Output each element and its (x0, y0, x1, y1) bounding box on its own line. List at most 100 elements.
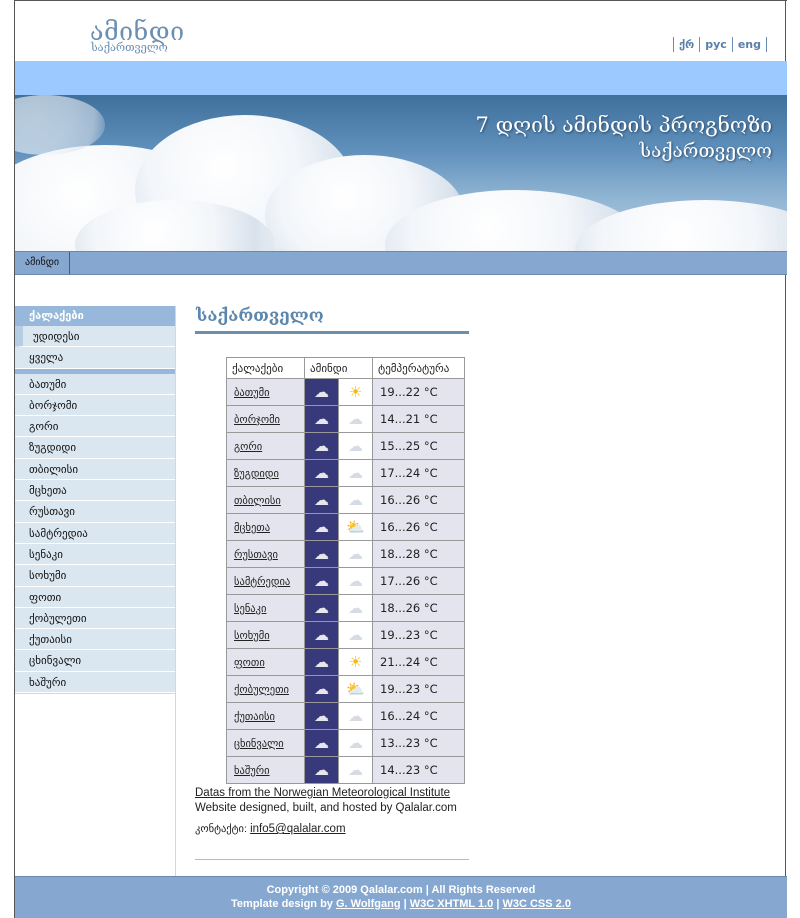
weather-icon-cell: ☁ (338, 432, 373, 460)
footer-credits: Template design by G. Wolfgang | W3C XHT… (15, 897, 787, 911)
sidebar-item-city[interactable]: რუსთავი (15, 501, 175, 523)
partly-cloudy-icon: ☁ (348, 436, 363, 455)
lang-russian-link[interactable]: рус (699, 37, 732, 52)
contact-line: კონტაქტი: info5@qalalar.com (195, 823, 346, 835)
city-cell: სოხუმი (226, 621, 305, 649)
sidebar-item-city[interactable]: სენაკი (15, 543, 175, 566)
lang-english-link[interactable]: eng (731, 37, 767, 52)
partly-sunny-icon: ⛅ (346, 517, 365, 536)
sidebar-item-city[interactable]: ქობულეთი (15, 607, 175, 630)
column-header-cities: ქალაქები (226, 357, 305, 379)
table-row: ფოთი ☁ ☀ 21...24 °C (226, 648, 465, 676)
city-link[interactable]: სამტრედია (234, 576, 290, 588)
sidebar-item-city[interactable]: ცხინვალი (15, 650, 175, 672)
sidebar-item-city[interactable]: ხაშური (15, 671, 175, 694)
city-cell: ზუგდიდი (226, 459, 305, 487)
sidebar-item-city[interactable]: მცხეთა (15, 480, 175, 502)
city-link[interactable]: ბორჯომი (234, 414, 280, 426)
language-switcher: ქრ рус eng (673, 37, 767, 52)
city-link[interactable]: თბილისი (234, 495, 281, 507)
city-link[interactable]: ბათუმი (234, 387, 270, 399)
city-link[interactable]: ზუგდიდი (234, 468, 279, 480)
footer-xhtml-link[interactable]: W3C XHTML 1.0 (410, 898, 494, 910)
weather-icon-cell: ☁ (338, 567, 373, 595)
footer-design-prefix: Template design by (231, 898, 333, 910)
city-cell: მცხეთა (226, 513, 305, 541)
weather-icon-cell: ☁ (338, 621, 373, 649)
footer-css-link[interactable]: W3C CSS 2.0 (502, 898, 570, 910)
weather-icon-cell: ☁ (338, 729, 373, 757)
city-link[interactable]: ცხინვალი (234, 738, 284, 750)
sidebar-item-city[interactable]: თბილისი (15, 458, 175, 481)
main-content: საქართველო ქალაქები ამინდი ტემპერატურა ბ… (195, 306, 469, 784)
city-link[interactable]: მცხეთა (234, 522, 270, 534)
nav-item-weather[interactable]: ამინდი (15, 252, 71, 274)
sidebar-item-city[interactable]: სამტრედია (15, 522, 175, 544)
table-row: ბათუმი ☁ ☀ 19...22 °C (226, 378, 465, 406)
logo-subtitle: საქართველო (91, 41, 168, 54)
sidebar-item-all[interactable]: ყველა (15, 347, 175, 369)
weather-icon-cell: ☁ (304, 756, 339, 784)
city-link[interactable]: გორი (234, 441, 262, 453)
city-link[interactable]: ხაშური (234, 765, 270, 777)
weather-icon-cell: ☁ (304, 486, 339, 514)
weather-icon-cell: ☁ (304, 378, 339, 406)
sidebar-item-city[interactable]: ქუთაისი (15, 629, 175, 651)
city-link[interactable]: სოხუმი (234, 630, 270, 642)
city-cell: სამტრედია (226, 567, 305, 595)
weather-icon-cell: ☁ (304, 513, 339, 541)
sidebar-item-city[interactable]: ზუგდიდი (15, 437, 175, 459)
partly-cloudy-icon: ☁ (348, 598, 363, 617)
sidebar-item-city[interactable]: სოხუმი (15, 565, 175, 587)
temperature-cell: 14...21 °C (372, 405, 465, 433)
cloud-icon: ☁ (314, 463, 329, 482)
table-row: გორი ☁ ☁ 15...25 °C (226, 432, 465, 460)
column-header-weather: ამინდი (304, 357, 373, 379)
weather-table: ქალაქები ამინდი ტემპერატურა ბათუმი ☁ ☀ 19..… (226, 357, 465, 784)
cloud-icon: ☁ (314, 409, 329, 428)
footer-designer-link[interactable]: G. Wolfgang (336, 898, 401, 910)
weather-icon-cell: ☁ (304, 621, 339, 649)
cloud-icon: ☁ (314, 652, 329, 671)
temperature-cell: 14...23 °C (372, 756, 465, 784)
city-link[interactable]: ფოთი (234, 657, 265, 669)
lang-georgian-link[interactable]: ქრ (673, 37, 699, 52)
sidebar-item-city[interactable]: გორი (15, 416, 175, 438)
city-cell: ხაშური (226, 756, 305, 784)
sidebar-heading: ქალაქები (15, 306, 175, 326)
contact-email-link[interactable]: info5@qalalar.com (250, 823, 345, 835)
footer-separator: | (403, 898, 407, 910)
temperature-cell: 19...23 °C (372, 621, 465, 649)
column-header-temperature: ტემპერატურა (372, 357, 465, 379)
city-cell: ფოთი (226, 648, 305, 676)
table-row: ბორჯომი ☁ ☁ 14...21 °C (226, 405, 465, 433)
city-cell: გორი (226, 432, 305, 460)
temperature-cell: 18...28 °C (372, 540, 465, 568)
weather-icon-cell: ☁ (338, 594, 373, 622)
city-cell: ცხინვალი (226, 729, 305, 757)
cloud-icon: ☁ (314, 598, 329, 617)
main-nav: ამინდი (15, 251, 787, 275)
table-row: ცხინვალი ☁ ☁ 13...23 °C (226, 729, 465, 757)
city-link[interactable]: ქობულეთი (234, 684, 289, 696)
temperature-cell: 17...26 °C (372, 567, 465, 595)
weather-icon-cell: ⛅ (338, 675, 373, 703)
city-cell: თბილისი (226, 486, 305, 514)
partly-cloudy-icon: ☁ (348, 760, 363, 779)
city-link[interactable]: სენაკი (234, 603, 266, 615)
data-source-link[interactable]: Datas from the Norwegian Meteorological … (195, 787, 450, 799)
sidebar-item-largest[interactable]: უდიდესი (15, 326, 175, 348)
sidebar-item-city[interactable]: ბორჯომი (15, 394, 175, 417)
city-link[interactable]: ქუთაისი (234, 711, 275, 723)
sidebar-item-city[interactable]: ბათუმი (15, 373, 175, 395)
sidebar-item-city[interactable]: ფოთი (15, 586, 175, 608)
table-row: სენაკი ☁ ☁ 18...26 °C (226, 594, 465, 622)
partly-cloudy-icon: ☁ (348, 625, 363, 644)
city-link[interactable]: რუსთავი (234, 549, 278, 561)
table-row: ხაშური ☁ ☁ 14...23 °C (226, 756, 465, 784)
cloud-icon: ☁ (314, 490, 329, 509)
cloud-icon: ☁ (314, 571, 329, 590)
temperature-cell: 13...23 °C (372, 729, 465, 757)
hosted-by-text: Website designed, built, and hosted by Q… (195, 802, 457, 814)
banner-title: 7 დღის ამინდის პროგნოზი (475, 113, 772, 137)
